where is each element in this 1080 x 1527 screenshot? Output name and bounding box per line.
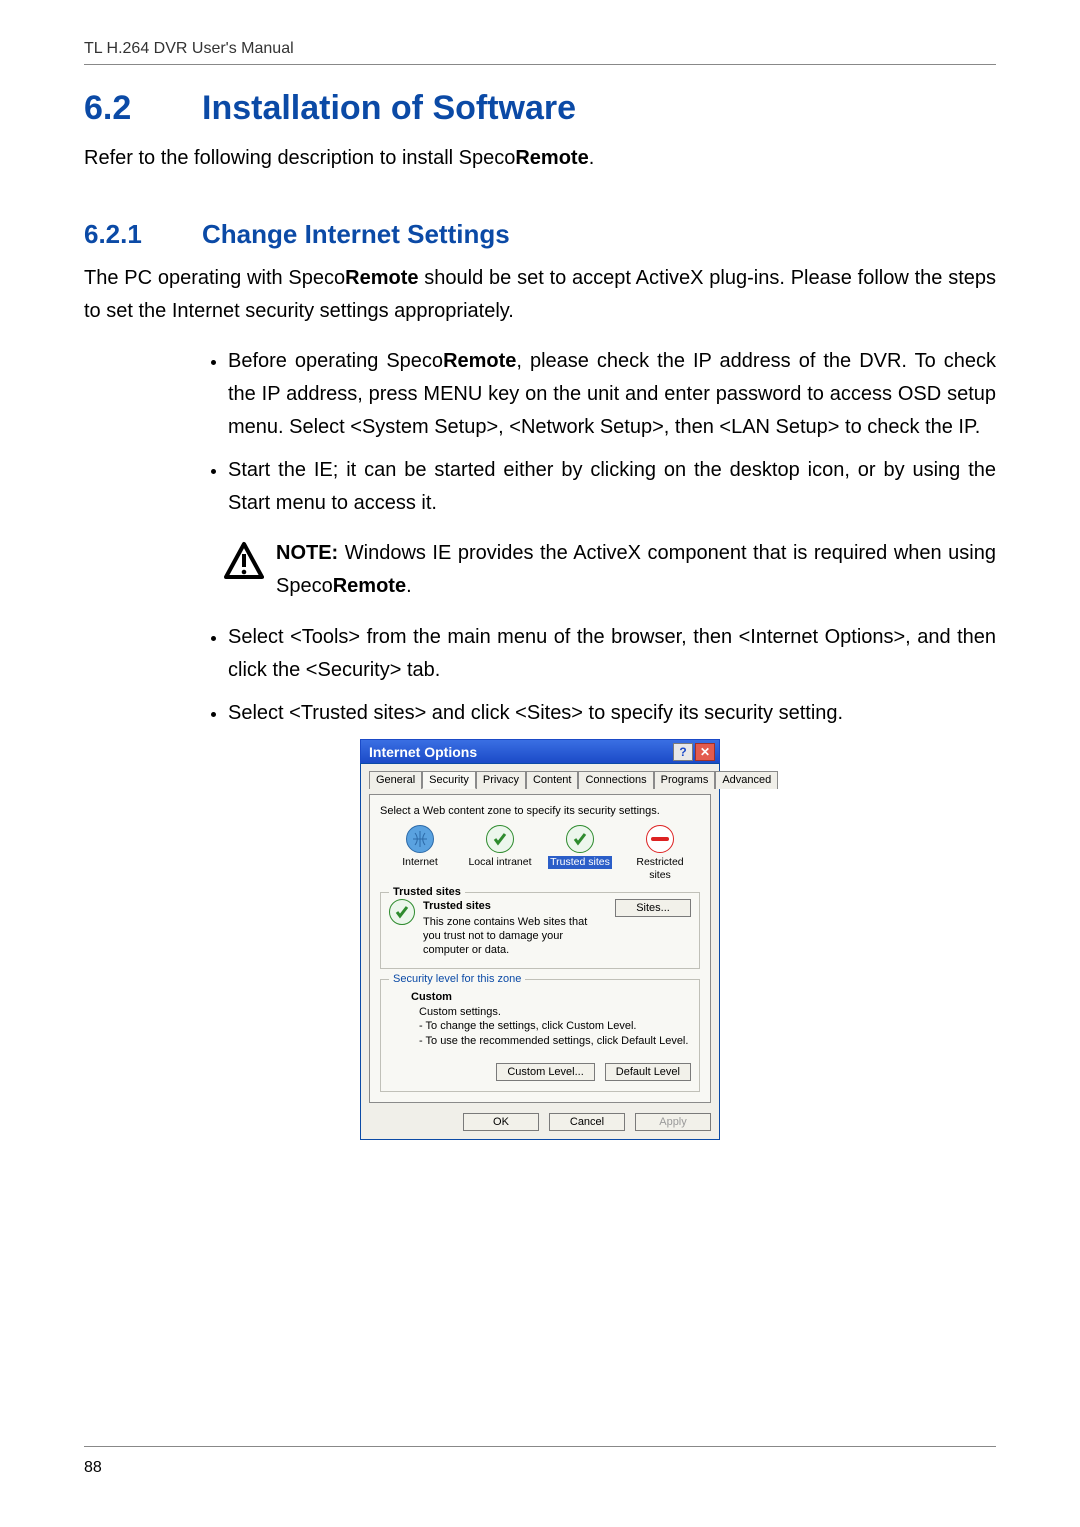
close-button[interactable]: ✕ <box>695 743 715 761</box>
group-title: Trusted sites <box>389 886 465 898</box>
note-block: NOTE: Windows IE provides the ActiveX co… <box>224 537 996 603</box>
subsection-title: Change Internet Settings <box>202 219 510 249</box>
zone-local-intranet[interactable]: Local intranet <box>465 825 535 869</box>
bullet-4: Select <Trusted sites> and click <Sites>… <box>228 697 996 730</box>
subsection-paragraph-1: The PC operating with SpecoRemote should… <box>84 262 996 328</box>
tab-advanced[interactable]: Advanced <box>715 771 778 789</box>
running-header: TL H.264 DVR User's Manual <box>84 40 996 65</box>
custom-line3: - To use the recommended settings, click… <box>419 1034 691 1049</box>
apply-button[interactable]: Apply <box>635 1113 711 1131</box>
tab-privacy[interactable]: Privacy <box>476 771 526 789</box>
subsection-heading: 6.2.1Change Internet Settings <box>84 219 996 250</box>
section-intro: Refer to the following description to in… <box>84 142 996 175</box>
check-icon <box>389 899 415 925</box>
footer-rule <box>84 1446 996 1447</box>
trusted-sites-desc: This zone contains Web sites that you tr… <box>423 916 587 957</box>
custom-title: Custom <box>411 990 691 1005</box>
internet-options-dialog: Internet Options ? ✕ General Security Pr… <box>360 739 720 1140</box>
security-level-group: Security level for this zone Custom Cust… <box>380 979 700 1092</box>
custom-level-button[interactable]: Custom Level... <box>496 1063 594 1081</box>
zone-internet[interactable]: Internet <box>385 825 455 869</box>
zone-trusted-sites[interactable]: Trusted sites <box>545 825 615 869</box>
ok-button[interactable]: OK <box>463 1113 539 1131</box>
section-number: 6.2 <box>84 89 202 128</box>
check-icon <box>486 825 514 853</box>
trusted-sites-title: Trusted sites <box>423 899 607 913</box>
dialog-titlebar: Internet Options ? ✕ <box>360 739 720 763</box>
tab-general[interactable]: General <box>369 771 422 789</box>
zone-label: Local intranet <box>465 856 535 869</box>
warning-icon <box>224 541 264 581</box>
custom-line1: Custom settings. <box>419 1005 691 1020</box>
bullet-2: Start the IE; it can be started either b… <box>228 454 996 520</box>
restricted-icon <box>646 825 674 853</box>
zone-label: Restricted sites <box>625 856 695 881</box>
cancel-button[interactable]: Cancel <box>549 1113 625 1131</box>
check-icon <box>566 825 594 853</box>
group-title: Security level for this zone <box>389 973 525 985</box>
default-level-button[interactable]: Default Level <box>605 1063 691 1081</box>
tabs-row: General Security Privacy Content Connect… <box>369 770 711 788</box>
section-heading: 6.2Installation of Software <box>84 89 996 128</box>
help-button[interactable]: ? <box>673 743 693 761</box>
page-number: 88 <box>84 1459 102 1477</box>
bullet-3: Select <Tools> from the main menu of the… <box>228 621 996 687</box>
tab-content[interactable]: Content <box>526 771 579 789</box>
custom-line2: - To change the settings, click Custom L… <box>419 1019 691 1034</box>
zone-label-selected: Trusted sites <box>548 856 612 869</box>
globe-icon <box>406 825 434 853</box>
tab-connections[interactable]: Connections <box>578 771 653 789</box>
zone-label: Internet <box>385 856 455 869</box>
bullet-1: Before operating SpecoRemote, please che… <box>228 345 996 443</box>
trusted-sites-group: Trusted sites Trusted sites This zone co… <box>380 892 700 969</box>
zone-restricted-sites[interactable]: Restricted sites <box>625 825 695 881</box>
zone-instruction: Select a Web content zone to specify its… <box>380 805 700 817</box>
tab-programs[interactable]: Programs <box>654 771 716 789</box>
sites-button[interactable]: Sites... <box>615 899 691 917</box>
dialog-title: Internet Options <box>369 744 671 760</box>
tab-security[interactable]: Security <box>422 771 476 789</box>
section-title: Installation of Software <box>202 89 576 127</box>
subsection-number: 6.2.1 <box>84 219 202 250</box>
